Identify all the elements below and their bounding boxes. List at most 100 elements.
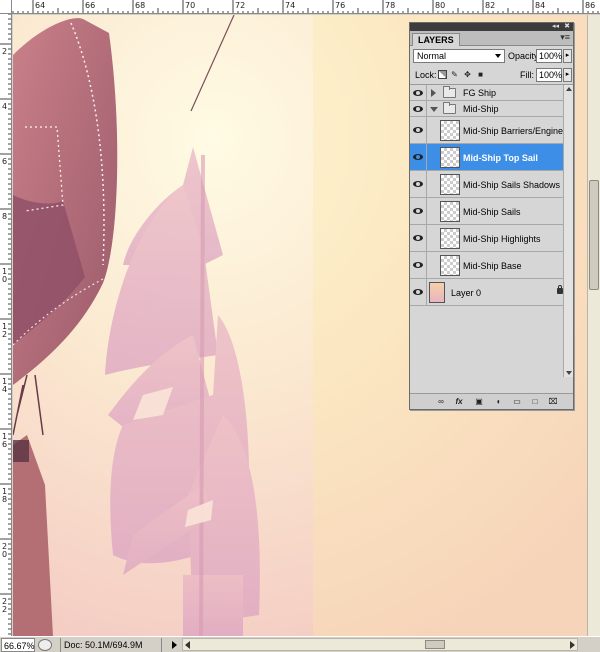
layer-row[interactable]: Mid-Ship Base [410,252,573,279]
layer-thumbnail [440,120,460,141]
visibility-eye-icon[interactable] [413,127,423,133]
close-panel-icon[interactable]: ✖ [564,23,570,31]
ruler-left-label: 4 [2,102,7,111]
ruler-top-label: 80 [435,1,445,10]
visibility-eye-icon[interactable] [413,90,423,96]
ruler-top-label: 74 [285,1,295,10]
ruler-left-label: 2 [2,605,7,614]
document-size-info[interactable]: Doc: 50.1M/694.9M [60,637,162,652]
horizontal-scroll-thumb[interactable] [425,640,445,649]
visibility-eye-icon[interactable] [413,289,423,295]
lock-all-icon[interactable]: ■ [476,70,485,79]
visibility-eye-icon[interactable] [413,208,423,214]
fill-label: Fill: [520,70,534,80]
panel-title-bar[interactable]: ◂◂ ✖ [410,23,573,31]
layer-thumbnail [429,282,445,303]
ruler-top-ticks: 64 66 68 70 72 74 76 78 80 82 84 86 [12,0,599,13]
layer-row-selected[interactable]: Mid-Ship Top Sail [410,144,573,171]
opacity-slider-button[interactable]: ▸ [563,49,572,63]
vertical-scrollbar[interactable] [587,15,600,636]
group-name: Mid-Ship [463,104,499,114]
layer-list[interactable]: FG Ship Mid-Ship Mid-Ship Barriers/Engin… [410,85,573,377]
status-menu-arrow-icon[interactable] [172,640,177,649]
layer-row[interactable]: Mid-Ship Highlights [410,225,573,252]
ruler-top-label: 82 [485,1,495,10]
opacity-input[interactable]: 100% [536,49,562,63]
layer-thumbnail [440,255,460,276]
layer-group-fg-ship[interactable]: FG Ship [410,85,573,101]
layer-thumbnail [440,201,460,222]
scroll-down-icon[interactable] [566,371,572,375]
ruler-top-label: 78 [385,1,395,10]
layer-thumbnail [440,147,460,168]
visibility-eye-icon[interactable] [413,106,423,112]
status-info-icon[interactable] [38,638,52,651]
layer-row[interactable]: Mid-Ship Sails [410,198,573,225]
scroll-right-icon[interactable] [570,641,575,649]
layer-thumbnail [440,228,460,249]
lock-label: Lock: [415,70,437,80]
panel-tab-row: LAYERS ▾≡ [410,31,573,46]
layer-row[interactable]: Mid-Ship Barriers/Engine [410,117,573,144]
visibility-eye-icon[interactable] [413,235,423,241]
lock-position-icon[interactable]: ✥ [463,70,472,79]
blend-mode-select[interactable]: Normal [413,49,505,63]
layer-name: Mid-Ship Highlights [463,234,541,244]
vertical-scroll-thumb[interactable] [589,180,599,290]
ruler-top-label: 70 [185,1,195,10]
ruler-left-label: 8 [2,495,7,504]
folder-icon [443,102,456,114]
collapse-panel-icon[interactable]: ◂◂ [552,23,559,31]
link-icon[interactable]: ∞ [436,397,446,407]
layer-list-scrollbar[interactable] [563,85,573,377]
layer-row[interactable]: Mid-Ship Sails Shadows [410,171,573,198]
ruler-left-label: 6 [2,440,7,449]
ruler-top-label: 86 [585,1,595,10]
status-bar: 66.67% Doc: 50.1M/694.9M [0,636,600,652]
visibility-eye-icon[interactable] [413,181,423,187]
horizontal-scrollbar[interactable] [182,638,578,651]
tab-layers[interactable]: LAYERS [412,33,460,46]
adjustment-icon[interactable]: ◐ [494,397,504,407]
lock-pixels-icon[interactable]: ✎ [450,70,459,79]
zoom-level-field[interactable]: 66.67% [1,637,35,652]
lock-transparent-icon[interactable] [438,70,447,79]
folder-icon [443,86,456,98]
fill-input[interactable]: 100% [536,68,562,82]
collapse-triangle-icon[interactable] [430,107,438,112]
mask-icon[interactable]: ▣ [474,397,484,407]
layer-name: Mid-Ship Sails [463,207,521,217]
fx-icon[interactable]: fx [454,397,464,407]
trash-icon[interactable]: ⌧ [548,397,558,407]
layers-panel: ◂◂ ✖ LAYERS ▾≡ Normal Opacity: 100% ▸ Lo… [409,22,574,410]
layer-group-mid-ship[interactable]: Mid-Ship [410,101,573,117]
layer-name: Mid-Ship Base [463,261,522,271]
ruler-top-label: 72 [235,1,245,10]
layer-name: Layer 0 [451,288,482,298]
blend-row: Normal Opacity: 100% ▸ [410,46,573,66]
ruler-left-label: 0 [2,550,7,559]
ruler-corner[interactable] [0,0,12,14]
ruler-left-label: 6 [2,157,7,166]
layer-name: Mid-Ship Top Sail [463,153,538,163]
new-layer-icon[interactable]: □ [530,397,540,407]
ruler-top[interactable]: 64 66 68 70 72 74 76 78 80 82 84 86 [0,0,600,14]
ruler-left-label: 0 [2,275,7,284]
fill-slider-button[interactable]: ▸ [563,68,572,82]
ruler-left[interactable]: 246810121416182022 [0,14,12,636]
new-group-icon[interactable]: ▭ [512,397,522,407]
scroll-up-icon[interactable] [566,87,572,91]
expand-triangle-icon[interactable] [431,89,436,97]
visibility-eye-icon[interactable] [413,154,423,160]
ruler-left-label: 4 [2,385,7,394]
ruler-top-label: 64 [35,1,45,10]
scroll-left-icon[interactable] [185,641,190,649]
ruler-left-label: 8 [2,212,7,221]
ruler-top-label: 68 [135,1,145,10]
ruler-top-label: 76 [335,1,345,10]
layer-row-background[interactable]: Layer 0 [410,279,573,306]
panel-footer: ∞ fx ▣ ◐ ▭ □ ⌧ [410,393,573,409]
visibility-eye-icon[interactable] [413,262,423,268]
panel-menu-icon[interactable]: ▾≡ [560,32,570,43]
blend-mode-value: Normal [417,51,447,61]
